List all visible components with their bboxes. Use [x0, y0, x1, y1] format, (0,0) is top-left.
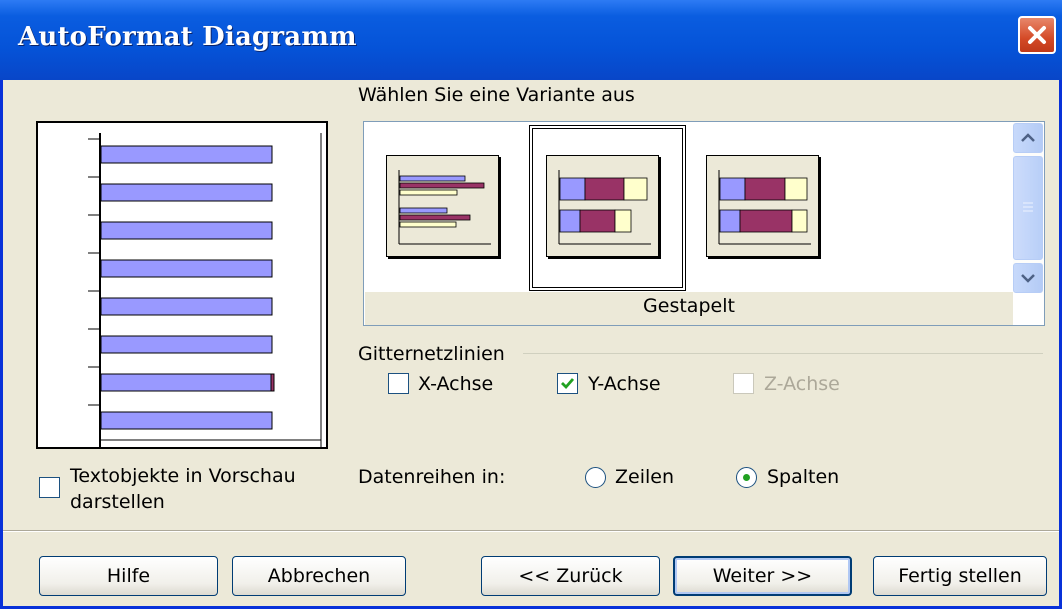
series-columns-radio[interactable] — [736, 467, 757, 488]
scroll-thumb[interactable] — [1013, 156, 1043, 260]
y-axis-label: Y-Achse — [588, 373, 661, 395]
preview-bar — [100, 335, 273, 354]
x-axis-checkbox[interactable] — [388, 373, 409, 394]
finish-button[interactable]: Fertig stellen — [873, 556, 1047, 596]
autoformat-dialog: AutoFormat Diagramm Wählen Sie eine Vari… — [0, 0, 1062, 609]
scroll-up-button[interactable] — [1013, 123, 1043, 153]
preview-bar — [100, 373, 272, 392]
grip-icon — [1023, 202, 1033, 212]
cancel-button[interactable]: Abbrechen — [232, 556, 406, 596]
preview-bar — [100, 411, 273, 430]
series-label: Datenreihen in: — [358, 466, 506, 488]
variant-list[interactable]: Gestapelt — [363, 121, 1045, 326]
title-bar: AutoFormat Diagramm — [0, 0, 1062, 80]
percent-stacked-bar-chart-icon — [718, 170, 811, 245]
preview-bar — [100, 183, 273, 202]
close-button[interactable] — [1018, 16, 1056, 54]
preview-bar — [100, 259, 273, 278]
selected-variant-name: Gestapelt — [643, 295, 735, 317]
y-axis-checkbox[interactable] — [557, 373, 578, 394]
window-title: AutoFormat Diagramm — [18, 22, 357, 52]
preview-bar — [100, 221, 273, 240]
scroll-down-button[interactable] — [1013, 263, 1043, 293]
variant-thumb-percent[interactable] — [706, 155, 819, 257]
preview-bar-chart — [88, 133, 322, 447]
close-icon — [1028, 26, 1046, 44]
variant-scrollbar[interactable] — [1013, 123, 1043, 293]
text-objects-preview-label-line2: darstellen — [70, 491, 165, 513]
preview-bar — [100, 145, 273, 164]
text-objects-preview-checkbox[interactable] — [39, 477, 60, 498]
chart-preview — [36, 121, 328, 449]
gridlines-group-label: Gitternetzlinien — [358, 343, 505, 365]
group-divider — [523, 353, 1043, 354]
preview-bar — [100, 297, 273, 316]
preview-bar-segment — [270, 373, 275, 392]
back-button[interactable]: << Zurück — [481, 556, 660, 596]
variant-name-strip: Gestapelt — [365, 292, 1013, 325]
x-axis-label: X-Achse — [418, 373, 494, 395]
next-button[interactable]: Weiter >> — [673, 556, 852, 596]
z-axis-checkbox — [733, 373, 754, 394]
chevron-up-icon — [1021, 133, 1035, 142]
series-rows-label: Zeilen — [615, 466, 674, 488]
checkmark-icon — [561, 378, 575, 390]
variant-label: Wählen Sie eine Variante aus — [358, 84, 635, 106]
radio-selected-dot — [743, 474, 750, 481]
text-objects-preview-label-line1: Textobjekte in Vorschau — [70, 465, 296, 487]
chevron-down-icon — [1021, 274, 1035, 283]
selected-variant-frame — [529, 125, 686, 291]
variant-thumb-normal[interactable] — [386, 155, 499, 257]
series-rows-radio[interactable] — [585, 467, 606, 488]
series-columns-label: Spalten — [767, 466, 840, 488]
help-button[interactable]: Hilfe — [39, 556, 218, 596]
button-separator-highlight — [3, 531, 1059, 532]
bar-chart-icon — [398, 170, 491, 245]
z-axis-label: Z-Achse — [764, 373, 840, 395]
